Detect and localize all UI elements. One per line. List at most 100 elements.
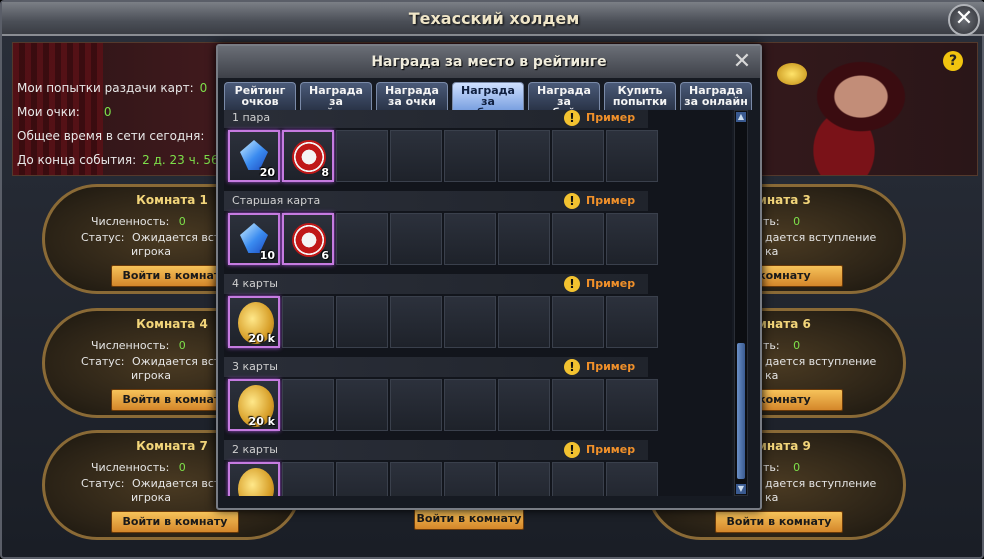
- empty-slot: [498, 213, 550, 265]
- window-close-icon[interactable]: ✕: [948, 4, 980, 36]
- empty-slot: [444, 130, 496, 182]
- dialog-close-icon[interactable]: ✕: [730, 50, 754, 74]
- reward-slots: [228, 462, 660, 496]
- example-link[interactable]: Пример: [586, 191, 635, 211]
- example-link[interactable]: Пример: [586, 110, 635, 128]
- reward-item-coin[interactable]: 20 k: [228, 379, 280, 431]
- empty-slot: [444, 462, 496, 496]
- empty-slot: [390, 130, 442, 182]
- item-quantity: 20: [259, 166, 275, 179]
- reward-slots: 20 8: [228, 130, 660, 182]
- empty-slot: [552, 213, 604, 265]
- scroll-down-icon[interactable]: ▼: [736, 484, 746, 494]
- empty-slot: [444, 379, 496, 431]
- warning-icon: !: [564, 110, 580, 126]
- reward-item-chip[interactable]: 8: [282, 130, 334, 182]
- reward-list: 1 пара! Пример 20 8 Старшая карта! Пример 10 6 4…: [224, 110, 732, 496]
- empty-slot: [390, 213, 442, 265]
- scrollbar[interactable]: ▲ ▼: [734, 110, 748, 496]
- example-link[interactable]: Пример: [586, 357, 635, 377]
- reward-item-coin[interactable]: 20 k: [228, 296, 280, 348]
- empty-slot: [390, 379, 442, 431]
- empty-slot: [552, 462, 604, 496]
- empty-slot: [606, 462, 658, 496]
- reward-section: 4 карты! Пример 20 k: [224, 274, 732, 357]
- dealer-illustration: [759, 43, 929, 175]
- window-title: Техасский холдем: [2, 2, 984, 36]
- dialog-tabs: РейтингочковНаграда зарейтингНаградаза о…: [224, 82, 756, 118]
- warning-icon: !: [564, 276, 580, 292]
- empty-slot: [552, 379, 604, 431]
- empty-slot: [552, 130, 604, 182]
- section-title: 3 карты: [224, 357, 648, 377]
- reward-item-coin[interactable]: [228, 462, 280, 496]
- scroll-up-icon[interactable]: ▲: [736, 112, 746, 122]
- player-stats: Мои попытки раздачи карт: 0 Мои очки: 0 Об…: [17, 81, 249, 175]
- empty-slot: [498, 130, 550, 182]
- empty-slot: [498, 462, 550, 496]
- empty-slot: [336, 213, 388, 265]
- reward-section: 3 карты! Пример 20 k: [224, 357, 732, 440]
- empty-slot: [282, 296, 334, 348]
- section-title: Старшая карта: [224, 191, 648, 211]
- empty-slot: [336, 296, 388, 348]
- empty-slot: [552, 296, 604, 348]
- example-link[interactable]: Пример: [586, 440, 635, 460]
- tab-3[interactable]: Награда за очки: [376, 82, 448, 110]
- tab-4[interactable]: Награда закомбинацию: [452, 82, 534, 118]
- scroll-thumb[interactable]: [737, 343, 745, 479]
- game-window: Техасский холдем ✕ ? Мои попытки раздачи…: [0, 0, 984, 559]
- dialog-title: Награда за место в рейтинге: [218, 46, 760, 78]
- stat-time-left: До конца события: 2 д. 23 ч. 56 м: [17, 153, 232, 167]
- room-title: Комната 9: [739, 439, 811, 453]
- empty-slot: [282, 462, 334, 496]
- empty-slot: [336, 462, 388, 496]
- empty-slot: [498, 296, 550, 348]
- section-title: 1 пара: [224, 110, 648, 128]
- item-quantity: 20 k: [248, 332, 275, 345]
- tab-2[interactable]: Награда зарейтинг: [300, 82, 372, 118]
- reward-slots: 10 6: [228, 213, 660, 265]
- item-quantity: 20 k: [248, 415, 275, 428]
- item-quantity: 8: [321, 166, 329, 179]
- stat-attempts: Мои попытки раздачи карт: 0: [17, 81, 208, 95]
- empty-slot: [606, 130, 658, 182]
- item-quantity: 6: [321, 249, 329, 262]
- enter-room-9-button[interactable]: Войти в комнату: [715, 511, 843, 533]
- warning-icon: !: [564, 193, 580, 209]
- item-quantity: 10: [259, 249, 275, 262]
- help-icon[interactable]: ?: [943, 51, 963, 71]
- ranking-reward-dialog: Награда за место в рейтинге ✕ Рейтинг очк…: [216, 44, 762, 510]
- reward-item-gem[interactable]: 10: [228, 213, 280, 265]
- empty-slot: [336, 130, 388, 182]
- tab-5[interactable]: Награда забой: [528, 82, 600, 118]
- section-title: 2 карты: [224, 440, 648, 460]
- empty-slot: [606, 213, 658, 265]
- reward-slots: 20 k: [228, 379, 660, 431]
- reward-section: 2 карты! Пример: [224, 440, 732, 496]
- room-title: Комната 3: [739, 193, 811, 207]
- stat-online-time: Общее время в сети сегодня:3 м: [17, 129, 249, 143]
- example-link[interactable]: Пример: [586, 274, 635, 294]
- empty-slot: [498, 379, 550, 431]
- stat-points: Мои очки: 0: [17, 105, 112, 119]
- reward-section: 1 пара! Пример 20 8: [224, 110, 732, 191]
- tab-6[interactable]: Купить попытки: [604, 82, 676, 110]
- warning-icon: !: [564, 359, 580, 375]
- empty-slot: [444, 213, 496, 265]
- enter-room-7-button[interactable]: Войти в комнату: [111, 511, 239, 533]
- empty-slot: [606, 296, 658, 348]
- warning-icon: !: [564, 442, 580, 458]
- empty-slot: [336, 379, 388, 431]
- empty-slot: [390, 462, 442, 496]
- reward-item-chip[interactable]: 6: [282, 213, 334, 265]
- tab-1[interactable]: Рейтинг очков: [224, 82, 296, 110]
- reward-slots: 20 k: [228, 296, 660, 348]
- empty-slot: [390, 296, 442, 348]
- empty-slot: [444, 296, 496, 348]
- enter-room-8-button[interactable]: Войти в комнату: [414, 508, 524, 530]
- room-title: Комната 6: [739, 317, 811, 331]
- reward-item-gem[interactable]: 20: [228, 130, 280, 182]
- empty-slot: [606, 379, 658, 431]
- tab-7[interactable]: Награда за онлайн: [680, 82, 752, 110]
